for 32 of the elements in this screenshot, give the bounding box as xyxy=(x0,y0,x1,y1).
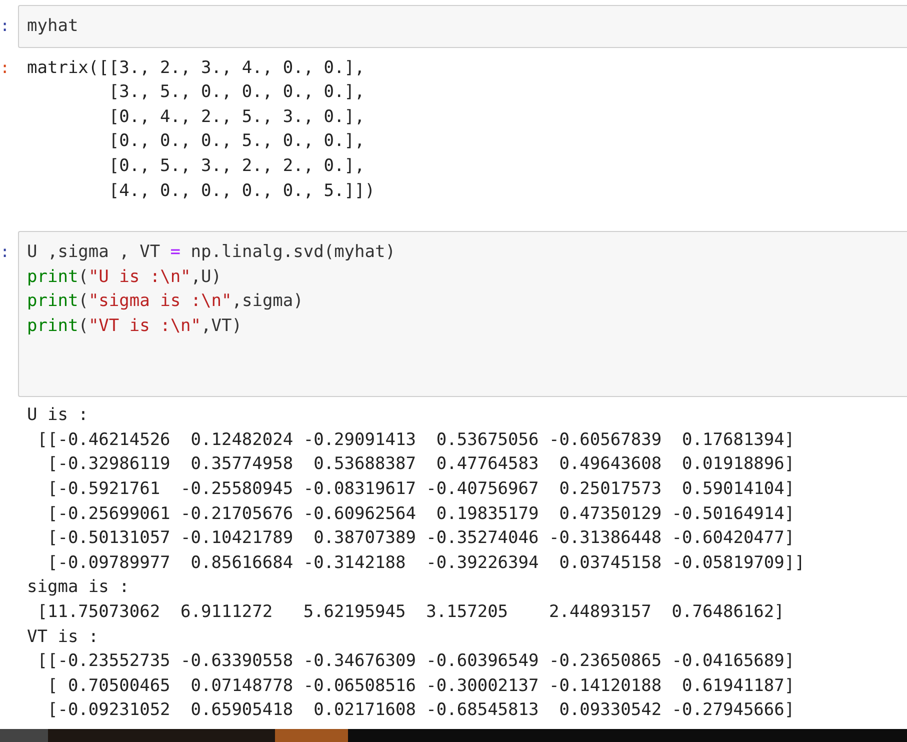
output-line: [0., 4., 2., 5., 3., 0.], xyxy=(108,106,366,129)
output-line: [[-0.46214526 0.12482024 -0.29091413 0.53675056 -0.60567839 0.17681394] xyxy=(36,428,796,452)
output-line: VT is : xyxy=(27,626,100,648)
input-prompt: : xyxy=(0,15,11,37)
output-line: [-0.32986119 0.35774958 0.53688387 0.47764583 0.49643608 0.01918896] xyxy=(46,453,796,476)
taskbar-item[interactable] xyxy=(275,729,348,742)
taskbar-item[interactable] xyxy=(0,729,48,742)
output-line: [3., 5., 0., 0., 0., 0.], xyxy=(108,81,366,104)
output-line: [[-0.23552735 -0.63390558 -0.34676309 -0.60396549 -0.23650865 -0.04165689] xyxy=(36,650,796,674)
code-line: print("U is :\n",U) xyxy=(27,266,223,289)
code-cell-input[interactable]: myhat xyxy=(18,5,907,48)
output-line: [-0.50131057 -0.10421789 0.38707389 -0.35274046 -0.31386448 -0.60420477] xyxy=(46,527,796,550)
output-line: [0., 0., 0., 5., 0., 0.], xyxy=(108,130,366,154)
output-line: [0., 5., 3., 2., 2., 0.], xyxy=(108,154,366,178)
input-prompt: : xyxy=(0,241,11,264)
code-line: U ,sigma , VT = np.linalg.svd(myhat) xyxy=(27,241,396,264)
output-line: [-0.25699061 -0.21705676 -0.60962564 0.19835179 0.47350129 -0.50164914] xyxy=(46,502,796,526)
output-line: [-0.5921761 -0.25580945 -0.08319617 -0.40756967 0.25017573 0.59014104] xyxy=(46,478,796,501)
output-line: matrix([[3., 2., 3., 4., 0., 0.], xyxy=(27,56,366,80)
code-line: print("sigma is :\n",sigma) xyxy=(27,290,304,314)
output-line: [-0.09231052 0.65905418 0.02171608 -0.68545813 0.09330542 -0.27945666] xyxy=(46,699,796,722)
output-line: sigma is : xyxy=(27,576,130,600)
code-line: myhat xyxy=(27,15,80,38)
output-line: [11.75073062 6.9111272 5.62195945 3.157205 2.44893157 0.76486162] xyxy=(36,600,786,624)
output-prompt: : xyxy=(0,56,11,79)
output-line: U is : xyxy=(27,404,90,428)
output-line: [-0.09789977 0.85616684 -0.3142188 -0.39226394 0.03745158 -0.05819709]] xyxy=(46,552,806,575)
output-line: [4., 0., 0., 0., 0., 5.]]) xyxy=(108,180,376,203)
code-cell-input[interactable]: U ,sigma , VT = np.linalg.svd(myhat) print("U is :\n",U) print("sigma is :\n",sigma) print("VT is :\n",VT) xyxy=(18,231,907,398)
code-line: print("VT is :\n",VT) xyxy=(27,314,243,338)
taskbar-item[interactable] xyxy=(48,729,275,742)
output-line: [ 0.70500465 0.07148778 -0.06508516 -0.30002137 -0.14120188 0.61941187] xyxy=(46,674,796,698)
